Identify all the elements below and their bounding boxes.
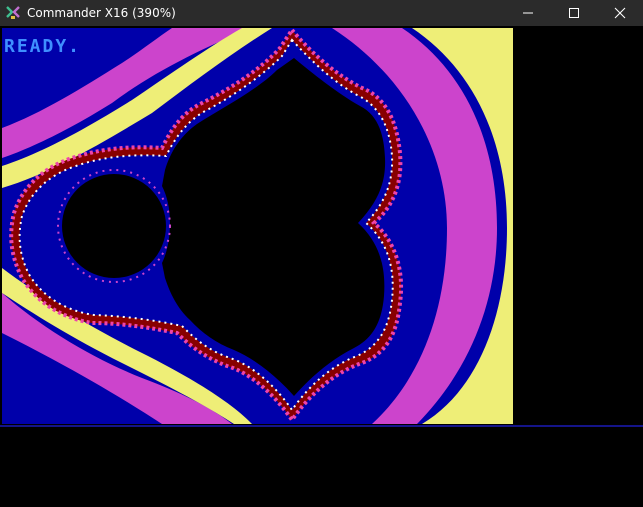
maximize-icon (569, 8, 579, 18)
emulator-screen[interactable]: READY. (0, 26, 643, 507)
ready-prompt: READY. (4, 36, 82, 57)
minimize-button[interactable] (505, 0, 551, 26)
emulator-window: Commander X16 (390%) READY. (0, 0, 643, 507)
title-bar[interactable]: Commander X16 (390%) (0, 0, 643, 26)
window-controls (505, 0, 643, 26)
maximize-button[interactable] (551, 0, 597, 26)
mandelbrot-render (2, 28, 513, 424)
close-icon (614, 7, 626, 19)
screen-divider (0, 425, 643, 427)
commander-x16-icon (5, 5, 21, 21)
close-button[interactable] (597, 0, 643, 26)
minimize-icon (523, 12, 533, 14)
window-title: Commander X16 (390%) (27, 6, 176, 20)
